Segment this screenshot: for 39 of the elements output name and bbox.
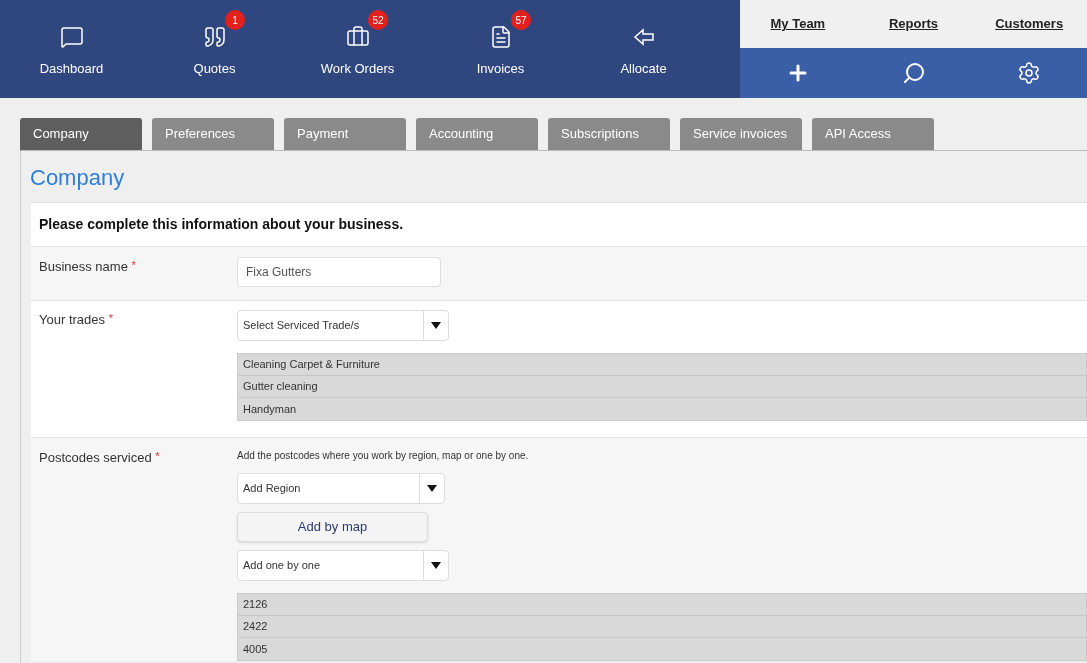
count-badge: 57	[511, 10, 531, 30]
speech-bubble-icon	[59, 25, 84, 50]
required-marker: *	[131, 259, 136, 271]
dropdown-select[interactable]: Add one by one	[237, 550, 449, 581]
count-badge: 52	[368, 10, 388, 30]
nav-item[interactable]: Quotes 1	[143, 0, 286, 98]
caret-icon	[431, 562, 441, 569]
list-item[interactable]: 4005	[238, 638, 1086, 660]
count-badge: 1	[225, 10, 245, 30]
page-heading: Company	[30, 164, 126, 192]
nav-item[interactable]: Allocate	[572, 0, 715, 98]
nav-item[interactable]: Work Orders 52	[286, 0, 429, 98]
dropdown-select[interactable]: Select Serviced Trade/s	[237, 310, 449, 341]
list-item[interactable]: 2422	[238, 616, 1086, 638]
caret-icon	[431, 322, 441, 329]
caret-icon	[427, 485, 437, 492]
header-link[interactable]: Customers	[971, 14, 1087, 34]
required-marker: *	[155, 450, 160, 462]
search-icon	[901, 61, 926, 85]
list-item[interactable]: 2126	[238, 594, 1086, 616]
field-label: Your trades	[39, 312, 105, 327]
add-by-map-button[interactable]: Add by map	[237, 512, 428, 542]
intro-text: Please complete this information about your business.	[31, 203, 1087, 247]
tab[interactable]: Company	[20, 118, 142, 150]
header-link[interactable]: Reports	[855, 14, 972, 34]
hint-text: Add the postcodes where you work by region, map or one by one.	[237, 449, 530, 463]
text-field[interactable]: Fixa Gutters	[237, 257, 441, 287]
required-marker: *	[108, 312, 113, 324]
settings-icon	[1017, 61, 1042, 85]
field-label: Postcodes serviced	[39, 450, 152, 465]
list-item[interactable]: Handyman	[238, 398, 1086, 420]
nav-item[interactable]: Dashboard	[0, 0, 143, 98]
list-item[interactable]: Cleaning Carpet & Furniture	[238, 354, 1086, 376]
dropdown-select[interactable]: Add Region	[237, 473, 445, 504]
header-link[interactable]: My Team	[740, 14, 856, 34]
field-label: Business name	[39, 259, 128, 274]
nav-item[interactable]: Invoices 57	[429, 0, 572, 98]
quote-icon	[202, 25, 227, 50]
list-item[interactable]: Gutter cleaning	[238, 376, 1086, 398]
